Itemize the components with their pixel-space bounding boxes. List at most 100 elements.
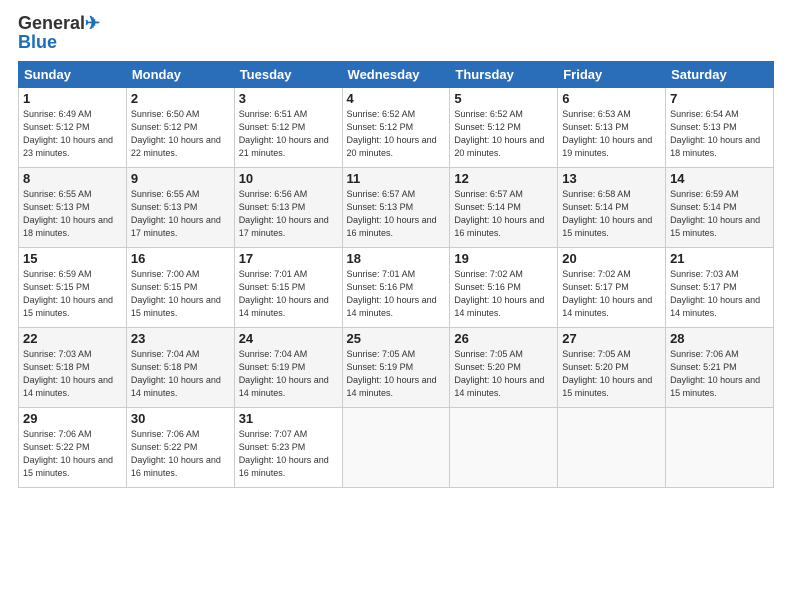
day-number: 1 <box>23 91 122 106</box>
week-row-5: 29 Sunrise: 7:06 AMSunset: 5:22 PMDayligh… <box>19 407 774 487</box>
day-number: 29 <box>23 411 122 426</box>
calendar: SundayMondayTuesdayWednesdayThursdayFrid… <box>18 61 774 488</box>
day-cell: 3 Sunrise: 6:51 AMSunset: 5:12 PMDaylight… <box>234 87 342 167</box>
day-info: Sunrise: 6:55 AMSunset: 5:13 PMDaylight:… <box>23 188 122 240</box>
day-info: Sunrise: 7:02 AMSunset: 5:16 PMDaylight:… <box>454 268 553 320</box>
day-cell: 4 Sunrise: 6:52 AMSunset: 5:12 PMDaylight… <box>342 87 450 167</box>
header-row: SundayMondayTuesdayWednesdayThursdayFrid… <box>19 61 774 87</box>
day-number: 2 <box>131 91 230 106</box>
day-info: Sunrise: 7:06 AMSunset: 5:22 PMDaylight:… <box>131 428 230 480</box>
day-number: 11 <box>347 171 446 186</box>
day-cell <box>666 407 774 487</box>
day-number: 31 <box>239 411 338 426</box>
day-cell: 8 Sunrise: 6:55 AMSunset: 5:13 PMDaylight… <box>19 167 127 247</box>
week-row-1: 1 Sunrise: 6:49 AMSunset: 5:12 PMDaylight… <box>19 87 774 167</box>
day-cell: 11 Sunrise: 6:57 AMSunset: 5:13 PMDayligh… <box>342 167 450 247</box>
day-number: 16 <box>131 251 230 266</box>
header: General✈ Blue <box>18 14 774 53</box>
day-cell: 21Sunrise: 7:03 AMSunset: 5:17 PMDayligh… <box>666 247 774 327</box>
day-info: Sunrise: 6:59 AMSunset: 5:14 PMDaylight:… <box>670 188 769 240</box>
day-number: 10 <box>239 171 338 186</box>
day-info: Sunrise: 7:01 AMSunset: 5:16 PMDaylight:… <box>347 268 446 320</box>
day-cell: 20 Sunrise: 7:02 AMSunset: 5:17 PMDayligh… <box>558 247 666 327</box>
day-number: 25 <box>347 331 446 346</box>
day-number: 20 <box>562 251 661 266</box>
day-info: Sunrise: 6:52 AMSunset: 5:12 PMDaylight:… <box>347 108 446 160</box>
col-header-monday: Monday <box>126 61 234 87</box>
day-number: 17 <box>239 251 338 266</box>
day-cell <box>558 407 666 487</box>
day-info: Sunrise: 6:58 AMSunset: 5:14 PMDaylight:… <box>562 188 661 240</box>
day-cell: 22 Sunrise: 7:03 AMSunset: 5:18 PMDayligh… <box>19 327 127 407</box>
day-info: Sunrise: 6:49 AMSunset: 5:12 PMDaylight:… <box>23 108 122 160</box>
day-info: Sunrise: 7:05 AMSunset: 5:20 PMDaylight:… <box>562 348 661 400</box>
day-info: Sunrise: 6:57 AMSunset: 5:14 PMDaylight:… <box>454 188 553 240</box>
day-info: Sunrise: 6:55 AMSunset: 5:13 PMDaylight:… <box>131 188 230 240</box>
day-cell: 31 Sunrise: 7:07 AMSunset: 5:23 PMDayligh… <box>234 407 342 487</box>
col-header-friday: Friday <box>558 61 666 87</box>
day-number: 9 <box>131 171 230 186</box>
day-info: Sunrise: 7:02 AMSunset: 5:17 PMDaylight:… <box>562 268 661 320</box>
day-cell: 18 Sunrise: 7:01 AMSunset: 5:16 PMDayligh… <box>342 247 450 327</box>
day-info: Sunrise: 7:01 AMSunset: 5:15 PMDaylight:… <box>239 268 338 320</box>
week-row-2: 8 Sunrise: 6:55 AMSunset: 5:13 PMDaylight… <box>19 167 774 247</box>
day-cell: 6 Sunrise: 6:53 AMSunset: 5:13 PMDaylight… <box>558 87 666 167</box>
day-info: Sunrise: 6:53 AMSunset: 5:13 PMDaylight:… <box>562 108 661 160</box>
day-cell: 10Sunrise: 6:56 AMSunset: 5:13 PMDayligh… <box>234 167 342 247</box>
day-number: 4 <box>347 91 446 106</box>
day-number: 27 <box>562 331 661 346</box>
day-info: Sunrise: 7:05 AMSunset: 5:20 PMDaylight:… <box>454 348 553 400</box>
day-info: Sunrise: 7:07 AMSunset: 5:23 PMDaylight:… <box>239 428 338 480</box>
day-number: 19 <box>454 251 553 266</box>
day-number: 30 <box>131 411 230 426</box>
day-info: Sunrise: 6:59 AMSunset: 5:15 PMDaylight:… <box>23 268 122 320</box>
day-number: 26 <box>454 331 553 346</box>
col-header-thursday: Thursday <box>450 61 558 87</box>
day-number: 18 <box>347 251 446 266</box>
day-number: 23 <box>131 331 230 346</box>
day-number: 8 <box>23 171 122 186</box>
col-header-sunday: Sunday <box>19 61 127 87</box>
day-number: 21 <box>670 251 769 266</box>
logo-blue: Blue <box>18 32 57 53</box>
day-info: Sunrise: 7:06 AMSunset: 5:22 PMDaylight:… <box>23 428 122 480</box>
day-info: Sunrise: 7:05 AMSunset: 5:19 PMDaylight:… <box>347 348 446 400</box>
logo: General✈ Blue <box>18 14 100 53</box>
day-info: Sunrise: 6:57 AMSunset: 5:13 PMDaylight:… <box>347 188 446 240</box>
day-info: Sunrise: 7:04 AMSunset: 5:18 PMDaylight:… <box>131 348 230 400</box>
week-row-4: 22 Sunrise: 7:03 AMSunset: 5:18 PMDayligh… <box>19 327 774 407</box>
col-header-tuesday: Tuesday <box>234 61 342 87</box>
page: General✈ Blue SundayMondayTuesdayWednesd… <box>0 0 792 612</box>
day-cell: 15Sunrise: 6:59 AMSunset: 5:15 PMDayligh… <box>19 247 127 327</box>
col-header-saturday: Saturday <box>666 61 774 87</box>
day-info: Sunrise: 7:00 AMSunset: 5:15 PMDaylight:… <box>131 268 230 320</box>
day-cell: 23 Sunrise: 7:04 AMSunset: 5:18 PMDayligh… <box>126 327 234 407</box>
day-cell: 5Sunrise: 6:52 AMSunset: 5:12 PMDaylight… <box>450 87 558 167</box>
day-cell: 27 Sunrise: 7:05 AMSunset: 5:20 PMDayligh… <box>558 327 666 407</box>
day-number: 12 <box>454 171 553 186</box>
day-cell: 28 Sunrise: 7:06 AMSunset: 5:21 PMDayligh… <box>666 327 774 407</box>
day-cell: 26 Sunrise: 7:05 AMSunset: 5:20 PMDayligh… <box>450 327 558 407</box>
day-number: 7 <box>670 91 769 106</box>
day-info: Sunrise: 7:03 AMSunset: 5:18 PMDaylight:… <box>23 348 122 400</box>
day-info: Sunrise: 7:04 AMSunset: 5:19 PMDaylight:… <box>239 348 338 400</box>
day-info: Sunrise: 6:51 AMSunset: 5:12 PMDaylight:… <box>239 108 338 160</box>
day-info: Sunrise: 6:54 AMSunset: 5:13 PMDaylight:… <box>670 108 769 160</box>
day-cell: 29 Sunrise: 7:06 AMSunset: 5:22 PMDayligh… <box>19 407 127 487</box>
day-cell: 30 Sunrise: 7:06 AMSunset: 5:22 PMDayligh… <box>126 407 234 487</box>
day-cell: 9 Sunrise: 6:55 AMSunset: 5:13 PMDaylight… <box>126 167 234 247</box>
day-cell: 16 Sunrise: 7:00 AMSunset: 5:15 PMDayligh… <box>126 247 234 327</box>
day-info: Sunrise: 7:06 AMSunset: 5:21 PMDaylight:… <box>670 348 769 400</box>
day-number: 6 <box>562 91 661 106</box>
day-number: 22 <box>23 331 122 346</box>
day-cell: 13 Sunrise: 6:58 AMSunset: 5:14 PMDayligh… <box>558 167 666 247</box>
day-number: 3 <box>239 91 338 106</box>
day-cell: 17 Sunrise: 7:01 AMSunset: 5:15 PMDayligh… <box>234 247 342 327</box>
col-header-wednesday: Wednesday <box>342 61 450 87</box>
day-number: 28 <box>670 331 769 346</box>
day-cell: 2Sunrise: 6:50 AMSunset: 5:12 PMDaylight… <box>126 87 234 167</box>
day-cell: 19 Sunrise: 7:02 AMSunset: 5:16 PMDayligh… <box>450 247 558 327</box>
day-number: 13 <box>562 171 661 186</box>
week-row-3: 15Sunrise: 6:59 AMSunset: 5:15 PMDayligh… <box>19 247 774 327</box>
day-info: Sunrise: 6:52 AMSunset: 5:12 PMDaylight:… <box>454 108 553 160</box>
